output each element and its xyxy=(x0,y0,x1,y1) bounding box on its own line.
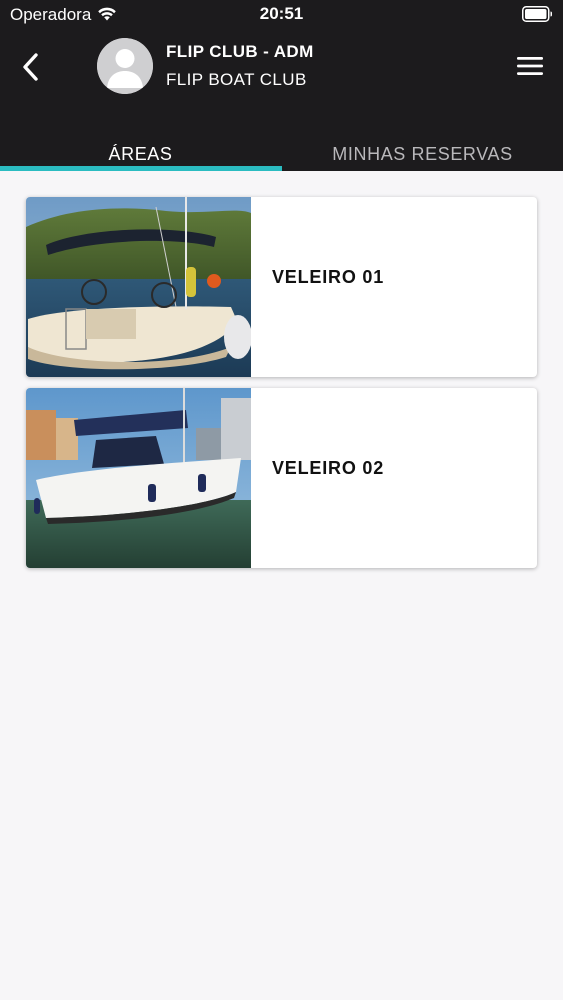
back-button[interactable] xyxy=(14,48,48,86)
menu-button[interactable] xyxy=(510,48,550,84)
user-avatar-icon xyxy=(97,38,153,94)
sailboat-photo-1 xyxy=(26,197,251,377)
battery-icon xyxy=(522,6,552,22)
tab-areas[interactable]: ÁREAS xyxy=(0,130,281,171)
club-subtitle: FLIP BOAT CLUB xyxy=(166,70,307,89)
active-tab-indicator xyxy=(0,166,282,171)
area-card-veleiro-01[interactable]: VELEIRO 01 xyxy=(26,197,537,377)
tab-bar: ÁREAS MINHAS RESERVAS xyxy=(0,130,563,171)
status-bar: Operadora 20:51 xyxy=(0,0,563,30)
hamburger-menu-icon xyxy=(517,57,543,75)
sailboat-photo-2 xyxy=(26,388,251,568)
area-name: VELEIRO 01 xyxy=(272,267,385,287)
area-name: VELEIRO 02 xyxy=(272,458,385,478)
app-header: FLIP CLUB - ADM FLIP BOAT CLUB ÁREAS MIN… xyxy=(0,30,563,171)
chevron-left-icon xyxy=(23,53,38,81)
club-title: FLIP CLUB - ADM xyxy=(166,42,314,61)
tab-minhas-reservas[interactable]: MINHAS RESERVAS xyxy=(282,130,563,171)
user-avatar xyxy=(97,38,153,94)
status-time: 20:51 xyxy=(259,4,304,23)
area-card-veleiro-02[interactable]: VELEIRO 02 xyxy=(26,388,537,568)
